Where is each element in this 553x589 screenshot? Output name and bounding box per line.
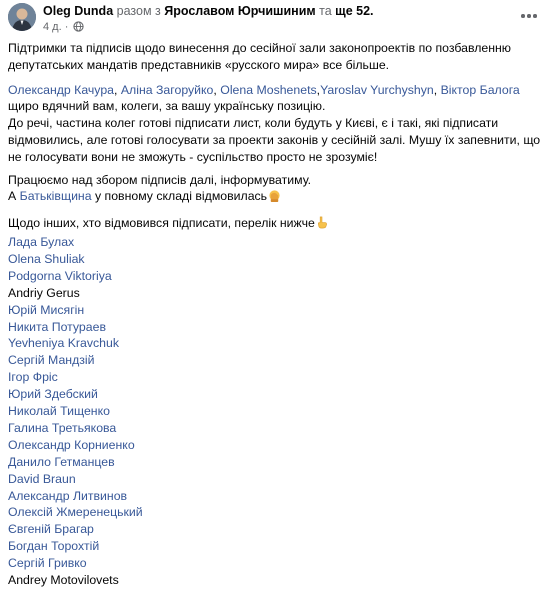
text-prefix: А [8, 189, 20, 204]
post-timestamp[interactable]: 4 д. [43, 21, 62, 33]
refused-name-link[interactable]: Сергій Гривко [8, 555, 543, 572]
refused-names-list: Лада Булах Olena Shuliak Podgorna Viktoriy… [8, 234, 543, 589]
and-text: та [319, 4, 332, 18]
mention-link[interactable]: Yaroslav Yurchyshyn [320, 83, 434, 97]
tagged-person[interactable]: Ярославом Юрчишиним [164, 4, 315, 18]
refused-name-link[interactable]: Богдан Торохтій [8, 538, 543, 555]
dot [521, 14, 525, 18]
author-name[interactable]: Oleg Dunda [43, 4, 113, 18]
paragraph-progress: Працюємо над збором підписів далі, інфор… [8, 172, 543, 208]
refused-name-text: Andrey Motovilovets [8, 573, 119, 588]
thanks-text: щиро вдячний вам, колеги, за вашу україн… [8, 99, 326, 114]
paragraph-details: До речі, частина колег готові підписати … [8, 116, 541, 164]
facepalm-emoji-icon [268, 189, 281, 207]
progress-text: Працюємо над збором підписів далі, інфор… [8, 172, 312, 187]
list-intro: Щодо інших, хто відмовився підписати, пе… [8, 215, 543, 234]
refused-name-link[interactable]: Yevheniya Kravchuk [8, 335, 543, 352]
more-options-button[interactable] [517, 6, 541, 26]
refused-name-link[interactable]: Олексій Жмеренецький [8, 504, 543, 521]
with-text: разом з [116, 4, 161, 18]
paragraph-intro: Підтримки та підписів щодо винесення до … [8, 41, 512, 72]
refused-name-link[interactable]: Юрій Мисягін [8, 302, 543, 319]
refused-name-link[interactable]: Сергій Мандзій [8, 352, 543, 369]
post-content: Підтримки та підписів щодо винесення до … [8, 40, 543, 589]
refused-name-text: Andriy Gerus [8, 285, 80, 300]
refused-name-link[interactable]: Podgorna Viktoriya [8, 268, 543, 285]
post-header: Oleg Dunda разом з Ярославом Юрчишиним т… [0, 0, 553, 40]
refused-name-link[interactable]: Olena Shuliak [8, 251, 543, 268]
refused-name-link[interactable]: Николай Тищенко [8, 403, 543, 420]
refused-name-link[interactable]: David Braun [8, 471, 543, 488]
mention-link[interactable]: Аліна Загоруйко [121, 83, 214, 97]
refused-name-link[interactable]: Ігор Фріс [8, 369, 543, 386]
dot [533, 14, 537, 18]
refused-name-link[interactable]: Юрий Здебский [8, 386, 543, 403]
meta-separator: · [64, 21, 69, 33]
refused-name-link[interactable]: Данило Гетманцев [8, 454, 543, 471]
refused-name-link[interactable]: Галина Третьякова [8, 420, 543, 437]
batkivshchyna-link[interactable]: Батьківщина [20, 189, 92, 203]
list-intro-text: Щодо інших, хто відмовився підписати, пе… [8, 216, 315, 231]
facebook-post: Oleg Dunda разом з Ярославом Юрчишиним т… [0, 0, 553, 587]
pointing-down-emoji-icon [316, 216, 328, 234]
globe-icon[interactable] [73, 21, 85, 36]
refused-name-link[interactable]: Євгеній Брагар [8, 521, 543, 538]
paragraph-thanks: Олександр Качура, Аліна Загоруйко, Olena… [8, 82, 520, 114]
refusal-text: у повному складі відмовилась [91, 189, 268, 204]
dot [527, 14, 531, 18]
author-avatar[interactable] [8, 3, 36, 31]
mention-link[interactable]: Олександр Качура [8, 83, 114, 97]
refused-name-link[interactable]: Лада Булах [8, 234, 543, 251]
refused-name-link[interactable]: Никита Потураев [8, 319, 543, 336]
refused-name-link[interactable]: Александр Литвинов [8, 488, 543, 505]
author-line: Oleg Dunda разом з Ярославом Юрчишиним т… [43, 4, 374, 19]
mention-link[interactable]: Olena Moshenets [220, 83, 316, 97]
post-meta: 4 д. · [43, 21, 85, 36]
mention-link[interactable]: Віктор Балога [441, 83, 520, 97]
tagged-others[interactable]: ще 52. [335, 4, 373, 18]
avatar-image [8, 3, 36, 31]
refused-name-link[interactable]: Олександр Корниенко [8, 437, 543, 454]
